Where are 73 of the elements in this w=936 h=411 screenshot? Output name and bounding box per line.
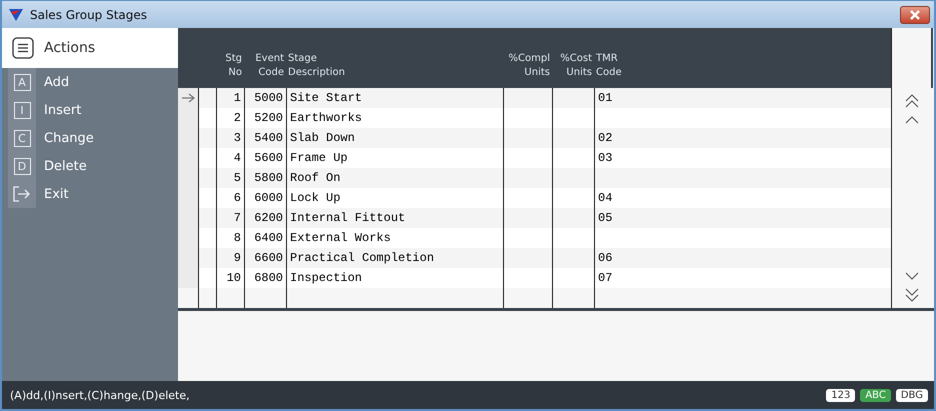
table-row[interactable]: 2 5200 Earthworks: [178, 108, 891, 128]
column-header: %Compl Units: [508, 52, 550, 80]
table-cell: 6400: [254, 231, 283, 245]
column-header: Stage Description: [288, 52, 345, 80]
row-indicator[interactable]: [178, 88, 198, 108]
table-cell: 05: [598, 211, 612, 225]
table-cell: 5200: [254, 111, 283, 125]
column-header: Stg No: [225, 52, 242, 80]
table-cell: 5800: [254, 171, 283, 185]
column-header: Event Code: [255, 52, 284, 80]
table-cell: 5: [234, 171, 241, 185]
mode-badge[interactable]: DBG: [896, 388, 928, 402]
table-cell: Slab Down: [290, 131, 355, 145]
table-cell: Inspection: [290, 271, 362, 285]
key-icon: A: [14, 74, 30, 90]
table-cell: 6200: [254, 211, 283, 225]
table-cell: 6: [234, 191, 241, 205]
table-cell: 7: [234, 211, 241, 225]
table-cell: 03: [598, 151, 612, 165]
table-cell: 5400: [254, 131, 283, 145]
table-cell: 01: [598, 91, 612, 105]
table-cell: 9: [234, 251, 241, 265]
close-button[interactable]: [900, 6, 930, 24]
table-cell: 4: [234, 151, 241, 165]
window-title: Sales Group Stages: [30, 8, 148, 22]
action-button[interactable]: Delete: [36, 152, 95, 180]
app-logo-icon: [8, 8, 24, 22]
table-row[interactable]: 4 5600 Frame Up 03: [178, 148, 891, 168]
sidebar-title: Actions: [44, 40, 96, 56]
mode-badge[interactable]: 123: [826, 388, 856, 402]
scroll-down-icon[interactable]: [904, 272, 920, 280]
table-cell: External Works: [290, 231, 391, 245]
table-cell: 3: [234, 131, 241, 145]
table-cell: 06: [598, 251, 612, 265]
table-cell: 6800: [254, 271, 283, 285]
key-icon: D: [14, 158, 30, 174]
table-cell: 07: [598, 271, 612, 285]
table-cell: 5000: [254, 91, 283, 105]
table-row[interactable]: 6 6000 Lock Up 04: [178, 188, 891, 208]
table-cell: 8: [234, 231, 241, 245]
column-header: TMR Code: [596, 52, 622, 80]
key-icon: I: [14, 102, 30, 118]
table-cell: 2: [234, 111, 241, 125]
table-cell: 04: [598, 191, 612, 205]
status-text: (A)dd,(I)nsert,(C)hange,(D)elete,: [10, 388, 190, 402]
table-cell: Frame Up: [290, 151, 348, 165]
table-cell: Earthworks: [290, 111, 362, 125]
scroll-to-top-icon[interactable]: [904, 94, 920, 108]
table-cell: Roof On: [290, 171, 340, 185]
action-button[interactable]: Change: [36, 124, 102, 152]
scroll-up-icon[interactable]: [904, 116, 920, 124]
table-cell: 1: [234, 91, 241, 105]
action-button[interactable]: Exit: [36, 180, 77, 208]
exit-icon: [12, 185, 32, 203]
action-button[interactable]: Insert: [36, 96, 90, 124]
key-icon: C: [14, 130, 30, 146]
table-cell: 02: [598, 131, 612, 145]
table-cell: 5600: [254, 151, 283, 165]
table-cell: 6000: [254, 191, 283, 205]
table-cell: 6600: [254, 251, 283, 265]
current-row-arrow-icon: [181, 93, 195, 103]
scroll-to-bottom-icon[interactable]: [904, 288, 920, 302]
menu-icon[interactable]: [12, 37, 34, 59]
close-icon[interactable]: [909, 10, 921, 20]
table-cell: 10: [226, 271, 241, 285]
column-header: %Cost Units: [560, 52, 592, 80]
action-button[interactable]: Add: [36, 68, 78, 96]
table-cell: Practical Completion: [290, 251, 434, 265]
table-row[interactable]: 10 6800 Inspection 07: [178, 268, 891, 288]
table-cell: Internal Fittout: [290, 211, 406, 225]
table-cell: Lock Up: [290, 191, 340, 205]
table-row[interactable]: 8 6400 External Works: [178, 228, 891, 248]
table-cell: Site Start: [290, 91, 362, 105]
